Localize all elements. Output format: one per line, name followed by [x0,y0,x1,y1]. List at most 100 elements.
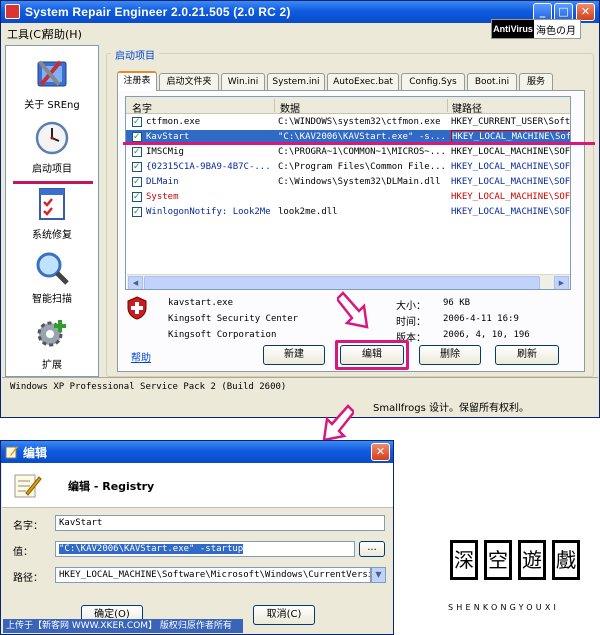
tab-autoexec[interactable]: AutoExec.bat [327,73,399,90]
path-dropdown-chevron-down-icon[interactable]: ▼ [371,567,386,583]
path-label: 路径： [13,573,43,584]
row-checkbox[interactable] [132,145,142,159]
row-name: DLMain [146,177,179,187]
refresh-button[interactable]: 刷新 [495,345,559,365]
row-data: C:\Program Files\Common File... [278,162,446,172]
size-label: 大小： [396,301,426,312]
col-name[interactable]: 名字 [132,100,152,115]
checklist-icon [39,188,65,220]
row-keypath: HKEY_CURRENT_USER\Soft [451,117,571,127]
arrow-down-icon [337,291,369,329]
row-name: {02315C1A-9BA9-4B7C-... [146,162,271,172]
tab-boot-ini[interactable]: Boot.ini [467,73,517,90]
version-value: 2006, 4, 10, 196 [443,330,530,340]
size-value: 96 KB [443,298,471,308]
sidebar-item-extend[interactable]: 扩展 [6,312,98,376]
row-data: C:\PROGRA~1\COMMON~1\MICROS~... [278,147,446,157]
time-value: 2006-4-11 16:9 [443,314,519,324]
sidebar-item-repair[interactable]: 系统修复 [6,182,98,246]
group-title: 启动项目 [111,47,159,62]
sidebar-item-about[interactable]: 关于 SREng [6,52,98,116]
brand-subtitle: SHENKONGYOUXI [448,603,560,612]
tab-services[interactable]: 服务 [519,73,553,90]
brand-logo: 深 空 遊 戲 SHENKONGYOUXI [446,540,586,612]
table-row[interactable]: System HKEY_LOCAL_MACHINE\SOF [126,190,571,204]
scroll-right-button[interactable]: ▶ [554,276,569,289]
dialog-close-button[interactable]: ✕ [371,443,390,461]
status-bar: Windows XP Professional Service Pack 2 (… [2,377,598,397]
horizontal-scrollbar[interactable]: ◀ ▶ [127,274,570,289]
app-icon [5,4,20,19]
value-input[interactable]: "C:\KAV2006\KAVStart.exe" -startup [55,541,355,557]
sidebar-item-startup[interactable]: 启动项目 [6,116,98,180]
table-row[interactable]: ctfmon.exe C:\WINDOWS\system32\ctfmon.exe… [126,115,571,129]
tools-icon [37,60,67,87]
row-checkbox[interactable] [132,160,142,174]
row-checkbox[interactable] [132,205,142,219]
main-window: System Repair Engineer 2.0.21.505 (2.0 R… [0,0,600,418]
magnifier-icon [36,252,69,285]
table-row[interactable]: DLMain C:\Windows\System32\DLMain.dll HKEY… [126,175,571,189]
startup-list[interactable]: 名字 数据 键路径 ctfmon.exe C:\WINDOWS\system32\… [125,96,571,290]
row-keypath: HKEY_LOCAL_MACHINE\SOF [451,147,571,157]
dialog-title: 编辑 [23,446,48,460]
col-data[interactable]: 数据 [280,100,300,115]
tab-registry[interactable]: 注册表 [117,71,157,91]
row-checkbox[interactable] [132,115,142,129]
menu-help[interactable]: 帮助(H) [43,26,82,42]
menu-tools[interactable]: 工具(C) [7,26,45,42]
row-name: System [146,192,179,202]
help-link[interactable]: 帮助 [131,349,151,364]
tab-win-ini[interactable]: Win.ini [221,73,265,90]
value-selected-text: "C:\KAV2006\KAVStart.exe" -startup [59,544,244,554]
dialog-title-bar[interactable]: 编辑 ✕ [1,441,393,463]
tab-startup-folder[interactable]: 启动文件夹 [159,73,219,90]
name-input[interactable]: KavStart [55,515,385,531]
row-checkbox[interactable] [132,130,142,144]
gear-plus-icon [37,320,66,347]
time-label: 时间： [396,317,426,328]
highlight-line [123,142,595,145]
row-data: C:\WINDOWS\system32\ctfmon.exe [278,117,441,127]
edit-note-icon [14,474,42,498]
row-data: C:\Windows\System32\DLMain.dll [278,177,441,187]
tab-config-sys[interactable]: Config.Sys [401,73,465,90]
edit-dialog: 编辑 ✕ 编辑 - Registry 名字： KavStart 值： "C:\K… [0,440,394,635]
detail-description: Kingsoft Security Center [168,314,299,324]
row-checkbox[interactable] [132,175,142,189]
brand-glyph-4: 戲 [552,540,580,580]
shield-icon [127,296,147,320]
row-keypath: HKEY_LOCAL_MACHINE\SOF [451,192,571,202]
delete-button[interactable]: 删除 [419,345,481,365]
table-row[interactable]: {02315C1A-9BA9-4B7C-... C:\Program Files\… [126,160,570,174]
highlight-underline [13,181,93,184]
clock-icon [35,121,69,155]
tab-system-ini[interactable]: System.ini [267,73,325,90]
path-input[interactable]: HKEY_LOCAL_MACHINE\Software\Microsoft\Wi… [55,567,371,583]
cancel-button[interactable]: 取消(C) [253,605,315,625]
brand-glyph-1: 深 [450,540,478,580]
row-data: look2me.dll [278,207,338,217]
row-name: IMSCMig [146,147,184,157]
pencil-icon [5,446,18,459]
table-row[interactable]: IMSCMig C:\PROGRA~1\COMMON~1\MICROS~... HK… [126,145,571,159]
row-checkbox[interactable] [132,190,142,204]
list-header: 名字 数据 键路径 [126,97,570,115]
table-row[interactable]: WinlogonNotify: Look2Me look2me.dll HKEY_L… [126,205,570,219]
sidebar-item-scan[interactable]: 智能扫描 [6,246,98,310]
row-keypath: HKEY_LOCAL_MACHINE\SOF [451,177,571,187]
dialog-header-text: 编辑 - Registry [68,480,155,493]
watermark-text: 海色の月 [536,26,576,37]
col-keypath[interactable]: 键路径 [452,100,482,115]
sidebar-label-extend: 扩展 [42,360,62,371]
edit-button[interactable]: 编辑 [340,345,404,365]
new-button[interactable]: 新建 [263,345,325,365]
detail-file: kavstart.exe [168,298,234,308]
dialog-header: 编辑 - Registry [2,463,393,508]
arrow-down-left-icon [322,404,354,442]
window-title: System Repair Engineer 2.0.21.505 (2.0 R… [25,5,291,19]
scroll-thumb[interactable] [144,276,540,289]
browse-button[interactable]: ... [359,541,385,557]
scroll-left-button[interactable]: ◀ [128,276,143,289]
value-label: 值： [13,547,33,558]
